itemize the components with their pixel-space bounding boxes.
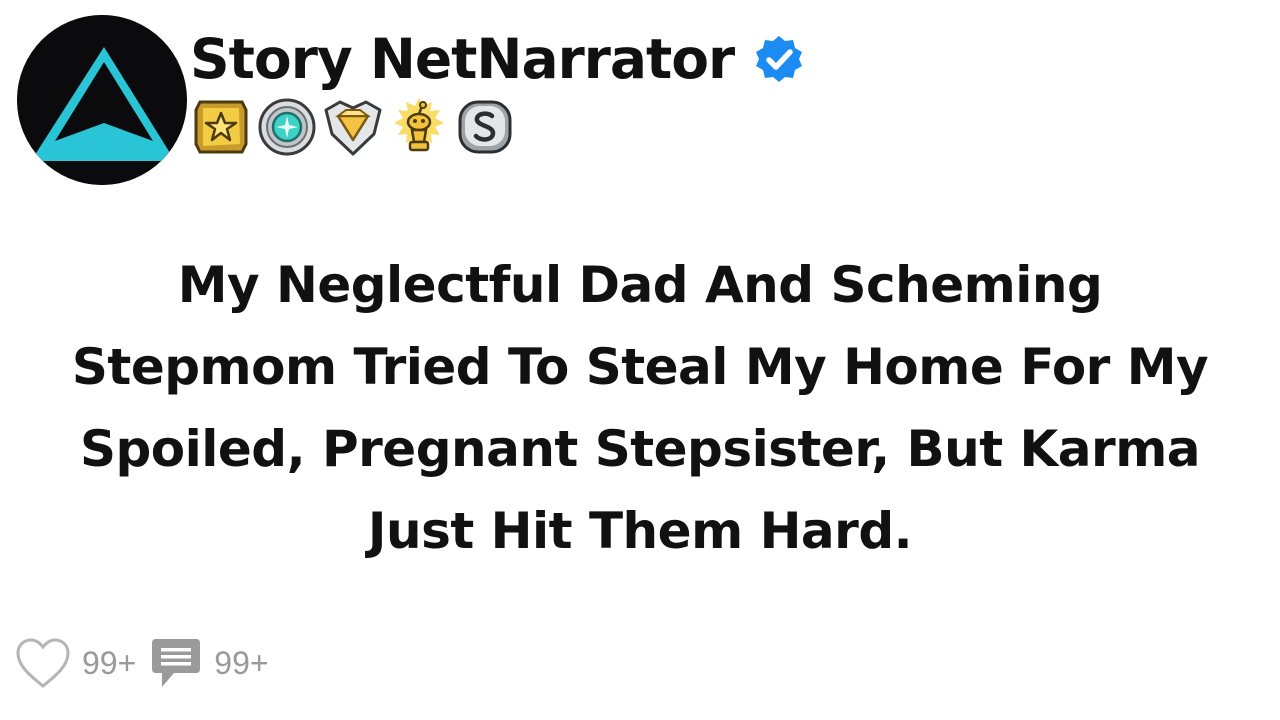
triangle-logo-icon xyxy=(17,15,187,185)
verified-check-icon xyxy=(754,34,804,84)
post-actions: 99+ 99+ xyxy=(14,632,269,694)
avatar[interactable] xyxy=(17,15,187,185)
username[interactable]: Story NetNarrator xyxy=(190,27,735,91)
s-coin-icon xyxy=(454,96,516,158)
award-badges xyxy=(190,95,520,159)
comment-icon[interactable] xyxy=(148,635,204,691)
gem-shield-icon xyxy=(322,96,384,158)
post-title: My Neglectful Dad And Scheming Stepmom T… xyxy=(71,256,1209,560)
comments-count: 99+ xyxy=(214,644,269,681)
trophy-alien-icon xyxy=(388,96,450,158)
heart-icon[interactable] xyxy=(14,636,72,690)
star-medal-icon xyxy=(190,96,252,158)
likes-count: 99+ xyxy=(82,644,137,681)
username-row: Story NetNarrator xyxy=(190,18,804,100)
diamond-medal-icon xyxy=(256,96,318,158)
